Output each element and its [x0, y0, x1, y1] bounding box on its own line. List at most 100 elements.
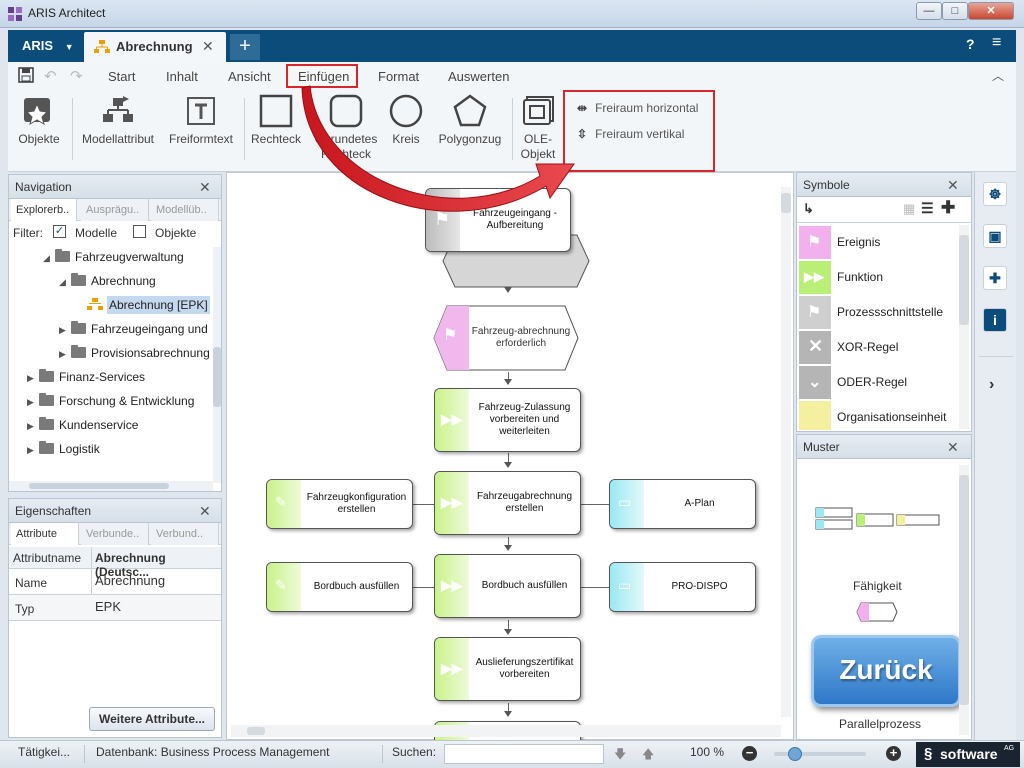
tab-start[interactable]: Start: [108, 69, 135, 84]
close-icon[interactable]: ✕: [199, 499, 211, 523]
maximize-button[interactable]: □: [942, 2, 968, 20]
filter-modelle-checkbox[interactable]: ✓: [53, 225, 66, 238]
zoom-in-icon[interactable]: +: [886, 746, 901, 761]
tab-close-icon[interactable]: ✕: [202, 38, 214, 55]
function-node[interactable]: ▶▶ Auslieferungszertifikat vorbereiten: [434, 637, 581, 701]
canvas-vertical-scrollbar[interactable]: [781, 187, 791, 717]
symbol-oder-regel[interactable]: ⌄ ODER-Regel: [797, 365, 957, 400]
expanded-triangle-icon[interactable]: ◢: [43, 246, 55, 270]
close-button[interactable]: ✕: [968, 2, 1014, 20]
help-icon[interactable]: ?: [966, 36, 975, 52]
chevron-right-icon[interactable]: ›: [989, 376, 994, 394]
modellattribut-button[interactable]: Modellattribut: [76, 94, 160, 147]
title-bar: ARIS Architect — □ ✕: [0, 0, 1024, 28]
table-row[interactable]: Name Abrechnung: [9, 569, 221, 595]
tree-item[interactable]: ▶ Forschung & Entwicklung: [9, 389, 221, 413]
minimize-button[interactable]: —: [916, 2, 942, 20]
zoom-slider-handle[interactable]: [788, 747, 802, 761]
row-name-value[interactable]: Abrechnung: [95, 573, 165, 588]
tree-item[interactable]: ▶ Finanz-Services: [9, 365, 221, 389]
collapse-ribbon-icon[interactable]: ︿: [992, 67, 1004, 84]
collapsed-triangle-icon[interactable]: ▶: [27, 390, 39, 414]
weitere-attribute-button[interactable]: Weitere Attribute...: [89, 707, 215, 731]
tree-item[interactable]: ▶ Fahrzeugeingang und: [9, 317, 221, 341]
tab-inhalt[interactable]: Inhalt: [166, 69, 198, 84]
tree-item[interactable]: Abrechnung [EPK]: [9, 293, 221, 317]
event-node-label[interactable]: Fahrzeug-abrechnung erforderlich: [471, 305, 571, 371]
connection-icon[interactable]: ↳: [803, 201, 814, 217]
muster-parallelprozess-label[interactable]: Parallelprozess: [839, 717, 921, 731]
tab-verbundene-1[interactable]: Verbunde..: [81, 523, 149, 545]
tab-ansicht[interactable]: Ansicht: [228, 69, 271, 84]
tab-explorerbaum[interactable]: Explorerb..: [11, 199, 77, 221]
tree-item[interactable]: ▶ Logistik: [9, 437, 221, 461]
document-node[interactable]: ✎ Fahrzeugkonfiguration erstellen: [266, 479, 413, 529]
hamburger-menu-icon[interactable]: ≡: [992, 34, 1001, 52]
symbol-ereignis[interactable]: ⚑ Ereignis: [797, 225, 957, 260]
muster-faehigkeit-label[interactable]: Fähigkeit: [853, 579, 902, 593]
collapsed-triangle-icon[interactable]: ▶: [59, 318, 71, 342]
application-node[interactable]: ▭ PRO-DISPO: [609, 562, 756, 612]
symbol-label: Organisationseinheit: [837, 410, 947, 424]
canvas-horizontal-scrollbar[interactable]: [231, 725, 781, 737]
expanded-triangle-icon[interactable]: ◢: [59, 270, 71, 294]
arrow-down-icon[interactable]: 🡇: [614, 745, 626, 766]
muster-scrollbar[interactable]: [959, 465, 969, 735]
tree-item[interactable]: ◢ Fahrzeugverwaltung: [9, 245, 221, 269]
undo-icon[interactable]: ↶: [44, 67, 57, 85]
tree-item[interactable]: ▶ Kundenservice: [9, 413, 221, 437]
symbol-prozessschnittstelle[interactable]: ⚑ Prozessschnittstelle: [797, 295, 957, 330]
tree-vertical-scrollbar[interactable]: [213, 247, 221, 483]
symbole-scrollbar[interactable]: [959, 225, 969, 429]
close-icon[interactable]: ✕: [947, 173, 959, 197]
tree-item[interactable]: ◢ Abrechnung: [9, 269, 221, 293]
arrow-up-icon[interactable]: 🡅: [642, 745, 654, 766]
tree-horizontal-scrollbar[interactable]: [9, 481, 213, 491]
fast-forward-icon: ▶▶: [441, 411, 463, 427]
function-node[interactable]: ▶▶ Fahrzeug-Zulassung vorbereiten und we…: [434, 388, 581, 452]
symbol-funktion[interactable]: ▶▶ Funktion: [797, 260, 957, 295]
tree-item[interactable]: ▶Marketing & Vertrieb (Int. R...: [9, 461, 221, 465]
collapsed-triangle-icon[interactable]: ▶: [27, 414, 39, 438]
grid-view-icon[interactable]: ▦: [903, 201, 915, 217]
symbol-xor-regel[interactable]: ✕ XOR-Regel: [797, 330, 957, 365]
freiformtext-button[interactable]: Freiformtext: [164, 94, 238, 147]
tab-auspraegungen[interactable]: Ausprägu..: [81, 199, 149, 221]
aris-menu-button[interactable]: ARIS ▼: [8, 30, 80, 62]
document-node[interactable]: ✎ Bordbuch ausfüllen: [266, 562, 413, 612]
tab-verbundene-2[interactable]: Verbund..: [151, 523, 219, 545]
collapsed-triangle-icon[interactable]: ▶: [59, 342, 71, 366]
tree-item[interactable]: ▶ Provisionsabrechnung: [9, 341, 221, 365]
close-icon[interactable]: ✕: [199, 175, 211, 199]
function-node[interactable]: ▶▶ Bordbuch ausfüllen: [434, 554, 581, 618]
symbol-organisationseinheit[interactable]: Organisationseinheit: [797, 400, 957, 430]
tab-abrechnung[interactable]: Abrechnung ✕: [84, 32, 226, 62]
rechteck-button[interactable]: Rechteck: [248, 94, 304, 147]
tab-modelluebersicht[interactable]: Modellüb..: [151, 199, 219, 221]
wheel-icon[interactable]: ☸: [983, 182, 1007, 206]
info-icon[interactable]: i: [983, 308, 1007, 332]
tree-item-label: Fahrzeugeingang und: [91, 322, 208, 336]
collapsed-triangle-icon[interactable]: ▶: [27, 438, 39, 462]
new-tab-button[interactable]: +: [230, 34, 260, 60]
close-icon[interactable]: ✕: [947, 435, 959, 459]
model-canvas[interactable]: ⚑ Fahrzeugeingang - Aufbereitung Fahrzeu…: [226, 172, 794, 751]
function-node[interactable]: ▶▶ Fahrzeugabrechnung erstellen: [434, 471, 581, 535]
objekte-button[interactable]: Objekte: [12, 94, 66, 147]
table-row[interactable]: Typ EPK: [9, 595, 221, 621]
search-input[interactable]: [444, 744, 604, 764]
properties-icon[interactable]: ▣: [983, 224, 1007, 248]
puzzle-icon[interactable]: ✚: [983, 266, 1007, 290]
redo-icon[interactable]: ↷: [70, 67, 83, 85]
application-node[interactable]: ▭ A-Plan: [609, 479, 756, 529]
save-icon[interactable]: [18, 67, 34, 83]
zurueck-button[interactable]: Zurück: [811, 635, 961, 707]
collapsed-triangle-icon[interactable]: ▶: [27, 366, 39, 390]
zoom-out-icon[interactable]: −: [742, 746, 757, 761]
add-icon[interactable]: ✚: [941, 198, 955, 218]
brand-s-icon: §: [924, 745, 933, 762]
list-view-icon[interactable]: ☰: [921, 200, 934, 217]
tab-attribute[interactable]: Attribute: [11, 523, 79, 545]
collapsed-triangle-icon[interactable]: ▶: [27, 462, 39, 465]
filter-objekte-checkbox[interactable]: [133, 225, 146, 238]
